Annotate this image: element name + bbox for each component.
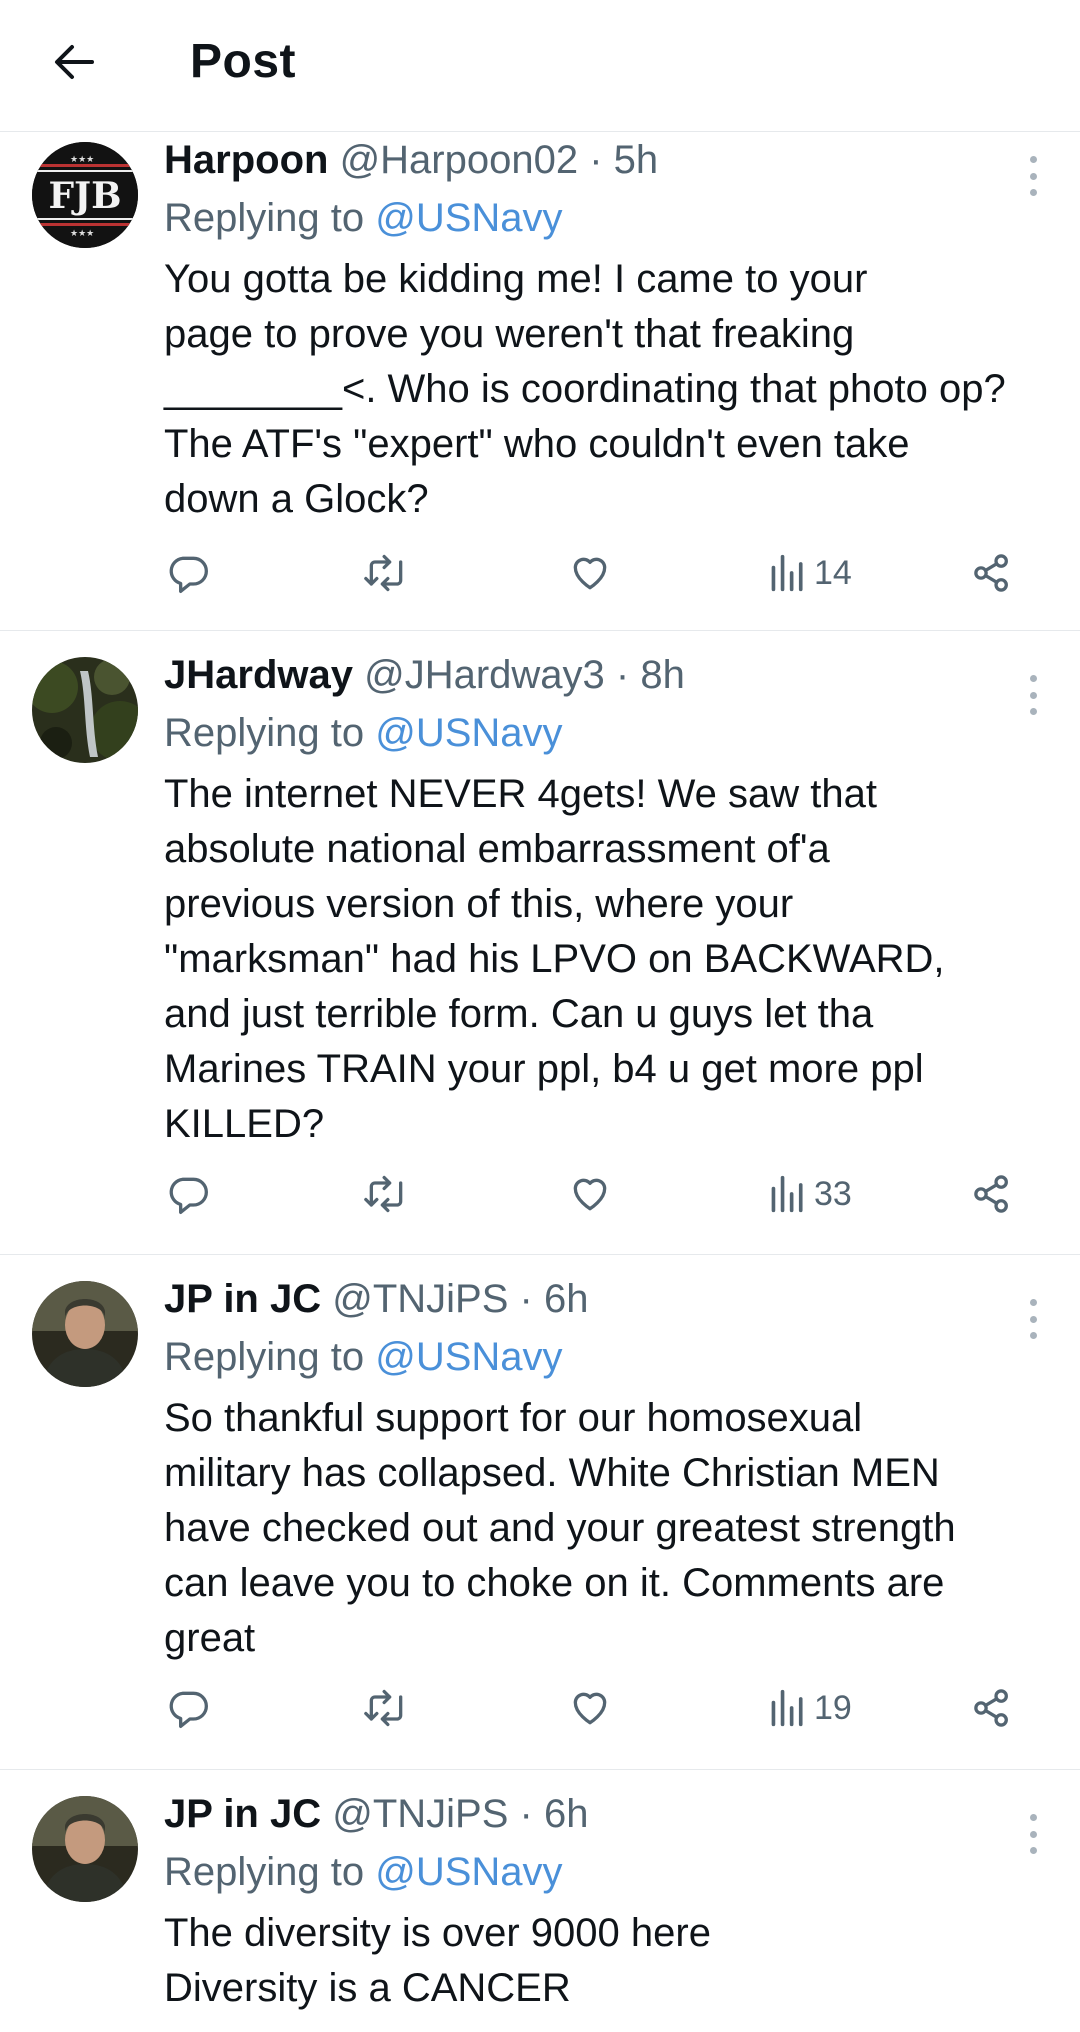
heart-icon <box>568 551 612 595</box>
post-meta: JP in JC @TNJiPS · 6h <box>164 1275 1044 1323</box>
author-name[interactable]: JP in JC <box>164 1277 321 1321</box>
avatar[interactable] <box>32 657 138 763</box>
views-count: 33 <box>814 1174 852 1213</box>
share-button[interactable] <box>970 1166 1014 1222</box>
share-button[interactable] <box>970 545 1014 601</box>
mention-link[interactable]: @USNavy <box>375 196 562 240</box>
arrow-left-icon <box>55 45 94 79</box>
author-name[interactable]: JP in JC <box>164 1792 321 1836</box>
post-time: · 5h <box>589 138 659 182</box>
top-bar: Post <box>0 0 1080 132</box>
share-button[interactable] <box>970 1680 1014 1736</box>
reply-icon <box>166 551 210 595</box>
repost-button[interactable] <box>362 545 410 601</box>
repost-icon <box>362 551 410 595</box>
share-icon <box>970 1172 1014 1216</box>
heart-icon <box>568 1686 612 1730</box>
replying-to: Replying to @USNavy <box>164 1848 1044 1896</box>
avatar[interactable]: ★★★ ★★★ FJB <box>32 142 138 248</box>
author-name[interactable]: JHardway <box>164 653 353 697</box>
views-button[interactable]: 19 <box>768 1680 852 1736</box>
post-text: You gotta be kidding me! I came to your … <box>164 257 1006 521</box>
reply-button[interactable] <box>166 1680 210 1736</box>
replying-to: Replying to @USNavy <box>164 194 1044 242</box>
reply-button[interactable] <box>166 545 210 601</box>
avatar[interactable] <box>32 1796 138 1902</box>
repost-icon <box>362 1686 410 1730</box>
like-button[interactable] <box>568 1166 612 1222</box>
post-time: · 6h <box>519 1277 589 1321</box>
post-text: So thankful support for our homosexual m… <box>164 1396 956 1660</box>
more-options-icon[interactable] <box>1026 156 1040 196</box>
post-time: · 8h <box>615 653 685 697</box>
views-button[interactable]: 14 <box>768 545 852 601</box>
views-count: 19 <box>814 1688 852 1727</box>
svg-text:★★★: ★★★ <box>70 155 94 165</box>
author-handle[interactable]: @JHardway3 <box>364 653 605 697</box>
repost-button[interactable] <box>362 1680 410 1736</box>
reply-post[interactable]: JHardway @JHardway3 · 8h Replying to @US… <box>0 631 1080 1255</box>
heart-icon <box>568 1172 612 1216</box>
like-button[interactable] <box>568 1680 612 1736</box>
views-count: 14 <box>814 553 852 592</box>
more-options-icon[interactable] <box>1026 1814 1040 1854</box>
more-options-icon[interactable] <box>1026 1299 1040 1339</box>
reply-post[interactable]: ★★★ ★★★ FJB Harpoon @Harpoon02 · 5h Repl… <box>0 132 1080 631</box>
repost-button[interactable] <box>362 1166 410 1222</box>
action-bar: 33 <box>164 1166 1044 1222</box>
replying-to: Replying to @USNavy <box>164 709 1044 757</box>
replying-label: Replying to <box>164 1850 365 1894</box>
more-options-icon[interactable] <box>1026 675 1040 715</box>
share-icon <box>970 551 1014 595</box>
author-name[interactable]: Harpoon <box>164 138 328 182</box>
action-bar: 19 <box>164 1680 1044 1736</box>
analytics-icon <box>768 1686 808 1730</box>
svg-text:★★★: ★★★ <box>70 229 94 239</box>
repost-icon <box>362 1172 410 1216</box>
reply-post[interactable]: JP in JC @TNJiPS · 6h Replying to @USNav… <box>0 1255 1080 1770</box>
reply-button[interactable] <box>166 1166 210 1222</box>
post-meta: Harpoon @Harpoon02 · 5h <box>164 136 1044 184</box>
author-handle[interactable]: @TNJiPS <box>332 1277 508 1321</box>
mention-link[interactable]: @USNavy <box>375 711 562 755</box>
action-bar: 14 <box>164 545 1044 601</box>
like-button[interactable] <box>568 545 612 601</box>
mention-link[interactable]: @USNavy <box>375 1335 562 1379</box>
reply-post[interactable]: JP in JC @TNJiPS · 6h Replying to @USNav… <box>0 1770 1080 2032</box>
reply-icon <box>166 1686 210 1730</box>
post-meta: JHardway @JHardway3 · 8h <box>164 651 1044 699</box>
back-button[interactable] <box>42 30 106 94</box>
replying-label: Replying to <box>164 711 365 755</box>
reply-icon <box>166 1172 210 1216</box>
replying-to: Replying to @USNavy <box>164 1333 1044 1381</box>
avatar[interactable] <box>32 1281 138 1387</box>
analytics-icon <box>768 551 808 595</box>
share-icon <box>970 1686 1014 1730</box>
replying-label: Replying to <box>164 196 365 240</box>
author-handle[interactable]: @TNJiPS <box>332 1792 508 1836</box>
replying-label: Replying to <box>164 1335 365 1379</box>
post-text: The internet NEVER 4gets! We saw that ab… <box>164 772 945 1146</box>
mention-link[interactable]: @USNavy <box>375 1850 562 1894</box>
page-title: Post <box>190 35 297 88</box>
avatar-monogram: FJB <box>48 175 121 217</box>
post-meta: JP in JC @TNJiPS · 6h <box>164 1790 1044 1838</box>
post-time: · 6h <box>519 1792 589 1836</box>
author-handle[interactable]: @Harpoon02 <box>340 138 579 182</box>
post-text: The diversity is over 9000 here Diversit… <box>164 1911 711 2010</box>
analytics-icon <box>768 1172 808 1216</box>
views-button[interactable]: 33 <box>768 1166 852 1222</box>
